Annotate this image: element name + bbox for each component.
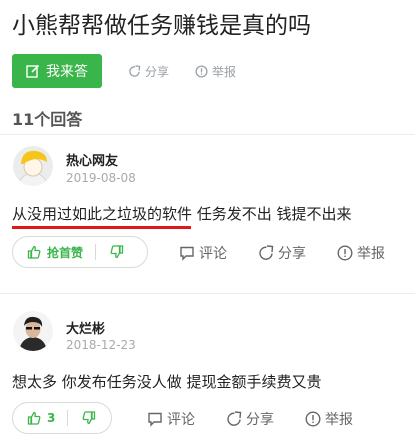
upvote-label: 抢首赞 [47, 245, 84, 260]
report-icon [195, 64, 208, 78]
comment-icon [180, 246, 194, 261]
share-icon [129, 64, 141, 77]
vote-control: 抢首赞 [12, 236, 148, 268]
default-avatar-icon [13, 146, 53, 186]
question-report-link[interactable]: 举报 [195, 63, 236, 80]
report-icon [305, 411, 321, 427]
answer-author[interactable]: 大烂彬 [66, 318, 105, 337]
answer-button[interactable]: 我来答 [12, 54, 102, 88]
divider [0, 134, 415, 135]
comment-label: 评论 [167, 412, 195, 428]
upvote-button[interactable]: 抢首赞 [13, 237, 95, 267]
thumbs-up-icon [27, 411, 41, 425]
vote-control: 3 [12, 402, 112, 434]
question-actions: 我来答 分享 举报 [12, 54, 236, 88]
share-label: 分享 [246, 412, 274, 428]
answer-content: 从没用过如此之垃圾的软件 任务发不出 钱提不出来 [12, 205, 352, 223]
upvote-button[interactable]: 3 [13, 403, 67, 433]
user-avatar-icon [13, 311, 53, 351]
divider [0, 293, 415, 294]
question-share-link[interactable]: 分享 [128, 63, 169, 80]
share-button[interactable]: 分享 [258, 243, 306, 263]
comment-icon [148, 412, 162, 427]
red-highlight-underline [12, 226, 191, 229]
report-label: 举报 [357, 246, 385, 262]
question-share-label: 分享 [145, 64, 170, 79]
share-button[interactable]: 分享 [226, 409, 274, 429]
downvote-button[interactable] [68, 403, 110, 433]
share-icon [227, 411, 242, 426]
question-title: 小熊帮帮做任务赚钱是真的吗 [12, 13, 311, 39]
edit-icon [26, 64, 40, 78]
avatar[interactable] [13, 311, 53, 351]
thumbs-down-icon [110, 245, 124, 259]
comment-label: 评论 [199, 246, 227, 262]
downvote-button[interactable] [96, 237, 138, 267]
report-label: 举报 [325, 412, 353, 428]
comment-button[interactable]: 评论 [147, 409, 195, 429]
answer-content: 想太多 你发布任务没人做 提现金额手续费又贵 [12, 373, 322, 391]
share-icon [259, 245, 274, 260]
thumbs-up-icon [27, 245, 41, 259]
report-button[interactable]: 举报 [337, 243, 385, 263]
answer-date: 2019-08-08 [66, 171, 136, 185]
avatar[interactable] [13, 146, 53, 186]
question-report-label: 举报 [212, 64, 237, 79]
answers-count-heading: 11个回答 [12, 110, 83, 129]
thumbs-down-icon [82, 411, 96, 425]
report-button[interactable]: 举报 [305, 409, 353, 429]
upvote-count: 3 [47, 411, 56, 425]
share-label: 分享 [278, 246, 306, 262]
answer-button-label: 我来答 [46, 64, 88, 80]
report-icon [337, 245, 353, 261]
answer-author[interactable]: 热心网友 [66, 150, 118, 169]
comment-button[interactable]: 评论 [179, 243, 227, 263]
answer-date: 2018-12-23 [66, 338, 136, 352]
